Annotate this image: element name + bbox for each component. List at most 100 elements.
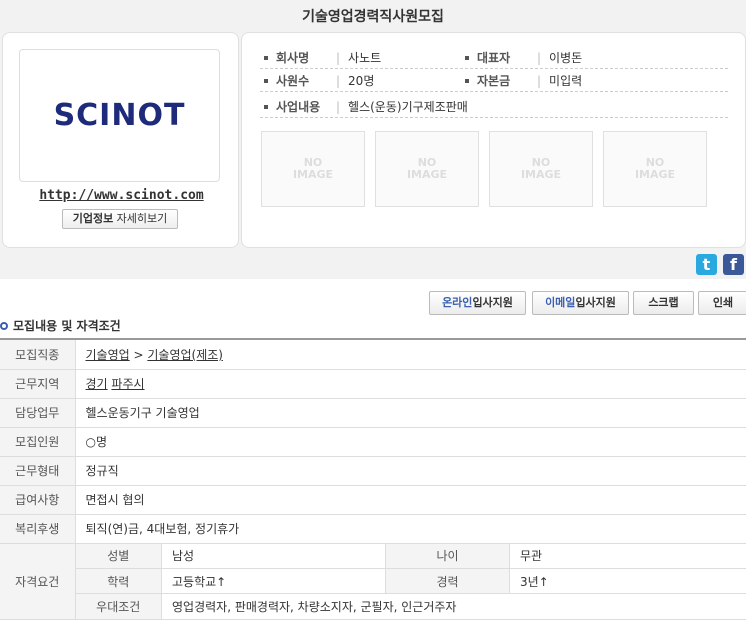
table-row: 근무지역 경기 파주시	[0, 369, 746, 399]
business-item: 사업내용 | 헬스(운동)기구제조판매	[264, 98, 468, 115]
company-photo-gallery: NO IMAGE NO IMAGE NO IMAGE NO IMAGE	[261, 131, 707, 207]
info-row-2: 사원수 | 20명 자본금 | 미입력	[260, 68, 728, 92]
qualification-label: 자격요건	[0, 543, 76, 620]
table-row: 성별 남성 나이 무관	[75, 543, 746, 569]
company-detail-button-rest: 자세히보기	[113, 212, 168, 225]
capital-label: 자본금	[477, 74, 511, 88]
no-image-text: NO IMAGE	[520, 156, 562, 181]
table-row: 자격요건 성별 남성 나이 무관 학력 고등학교↑ 경력 3년↑ 우대조건 영업…	[0, 543, 746, 620]
table-row: 복리후생 퇴직(연)금, 4대보험, 정기휴가	[0, 514, 746, 544]
table-row: 학력 고등학교↑ 경력 3년↑	[75, 568, 746, 594]
job-type-link-2[interactable]: 기술영업(제조)	[147, 348, 223, 362]
facebook-icon[interactable]: f	[723, 254, 744, 275]
table-row: 담당업무 헬스운동기구 기술영업	[0, 398, 746, 428]
no-image-placeholder: NO IMAGE	[489, 131, 593, 207]
print-button[interactable]: 인쇄	[698, 291, 746, 315]
bullet-icon	[264, 78, 268, 83]
qualification-cell: 성별 남성 나이 무관 학력 고등학교↑ 경력 3년↑ 우대조건 영업경력자, …	[75, 543, 746, 620]
company-logo[interactable]: SCINOT	[19, 49, 220, 182]
bullet-icon	[465, 78, 469, 83]
separator: |	[336, 99, 341, 114]
separator: |	[336, 50, 341, 65]
no-image-placeholder: NO IMAGE	[261, 131, 365, 207]
business-value: 헬스(운동)기구제조판매	[348, 100, 468, 114]
job-type-label: 모집직종	[0, 340, 76, 370]
job-type-separator: >	[129, 347, 148, 362]
job-type-value: 기술영업 > 기술영업(제조)	[75, 340, 746, 370]
email-apply-rest: 입사지원	[575, 296, 616, 309]
bullet-icon	[264, 104, 268, 109]
section-title: 모집내용 및 자격조건	[0, 317, 121, 334]
bullet-icon	[264, 55, 268, 60]
headcount-label: 모집인원	[0, 427, 76, 457]
gender-label: 성별	[75, 543, 162, 569]
job-type-link-1[interactable]: 기술영업	[86, 348, 130, 362]
ceo-item: 대표자 | 이병돈	[465, 49, 582, 66]
experience-value: 3년↑	[509, 568, 746, 594]
company-website-link[interactable]: http://www.scinot.com	[3, 188, 240, 203]
section-bullet-icon	[0, 321, 8, 330]
recruitment-details-table: 모집직종 기술영업 > 기술영업(제조) 근무지역 경기 파주시 담당업무 헬스…	[0, 340, 746, 620]
info-row-1: 회사명 | 사노트 대표자 | 이병돈	[260, 45, 728, 69]
email-apply-accent: 이메일	[545, 296, 576, 309]
qualification-table: 성별 남성 나이 무관 학력 고등학교↑ 경력 3년↑ 우대조건 영업경력자, …	[75, 543, 746, 619]
company-logo-card: SCINOT http://www.scinot.com 기업정보 자세히보기	[2, 32, 239, 248]
twitter-icon[interactable]: t	[696, 254, 717, 275]
age-value: 무관	[509, 543, 746, 569]
company-name-item: 회사명 | 사노트	[264, 49, 381, 66]
online-apply-rest: 입사지원	[472, 296, 513, 309]
company-detail-button-bold: 기업정보	[72, 212, 114, 225]
table-row: 급여사항 면접시 협의	[0, 485, 746, 515]
welfare-value: 퇴직(연)금, 4대보험, 정기휴가	[75, 514, 746, 544]
employees-item: 사원수 | 20명	[264, 72, 374, 89]
employees-value: 20명	[348, 74, 375, 88]
page-title: 기술영업경력직사원모집	[302, 9, 444, 25]
table-row: 근무형태 정규직	[0, 456, 746, 486]
table-row: 우대조건 영업경력자, 판매경력자, 차량소지자, 군필자, 인근거주자	[75, 593, 746, 619]
company-info-card: 회사명 | 사노트 대표자 | 이병돈 사원수 | 20명 자본금 | 미입력 …	[241, 32, 746, 248]
duty-label: 담당업무	[0, 398, 76, 428]
location-link-2[interactable]: 파주시	[111, 377, 144, 391]
education-label: 학력	[75, 568, 162, 594]
location-value: 경기 파주시	[75, 369, 746, 399]
section-title-text: 모집내용 및 자격조건	[13, 319, 121, 333]
info-row-3: 사업내용 | 헬스(운동)기구제조판매	[260, 94, 728, 118]
capital-item: 자본금 | 미입력	[465, 72, 582, 89]
table-row: 모집인원 ○명	[0, 427, 746, 457]
preference-label: 우대조건	[75, 593, 162, 619]
ceo-label: 대표자	[477, 51, 511, 65]
age-label: 나이	[385, 543, 510, 569]
separator: |	[336, 73, 341, 88]
bullet-icon	[465, 55, 469, 60]
scrap-button[interactable]: 스크랩	[633, 291, 694, 315]
welfare-label: 복리후생	[0, 514, 76, 544]
location-link-1[interactable]: 경기	[86, 377, 108, 391]
company-name-label: 회사명	[276, 51, 310, 65]
no-image-text: NO IMAGE	[406, 156, 448, 181]
table-row: 모집직종 기술영업 > 기술영업(제조)	[0, 340, 746, 370]
salary-value: 면접시 협의	[75, 485, 746, 515]
location-label: 근무지역	[0, 369, 76, 399]
employees-label: 사원수	[276, 74, 310, 88]
company-detail-button[interactable]: 기업정보 자세히보기	[62, 209, 178, 229]
separator: |	[537, 73, 542, 88]
no-image-text: NO IMAGE	[634, 156, 676, 181]
business-label: 사업내용	[276, 100, 321, 114]
capital-value: 미입력	[549, 74, 583, 88]
work-type-label: 근무형태	[0, 456, 76, 486]
company-logo-text: SCINOT	[53, 98, 186, 133]
company-name-value: 사노트	[348, 51, 382, 65]
ceo-value: 이병돈	[549, 51, 583, 65]
no-image-text: NO IMAGE	[292, 156, 334, 181]
salary-label: 급여사항	[0, 485, 76, 515]
online-apply-accent: 온라인	[442, 296, 473, 309]
no-image-placeholder: NO IMAGE	[375, 131, 479, 207]
no-image-placeholder: NO IMAGE	[603, 131, 707, 207]
gender-value: 남성	[161, 543, 386, 569]
work-type-value: 정규직	[75, 456, 746, 486]
preference-value: 영업경력자, 판매경력자, 차량소지자, 군필자, 인근거주자	[172, 599, 457, 614]
separator: |	[537, 50, 542, 65]
online-apply-button[interactable]: 온라인입사지원	[429, 291, 526, 315]
duty-value: 헬스운동기구 기술영업	[75, 398, 746, 428]
email-apply-button[interactable]: 이메일입사지원	[532, 291, 629, 315]
